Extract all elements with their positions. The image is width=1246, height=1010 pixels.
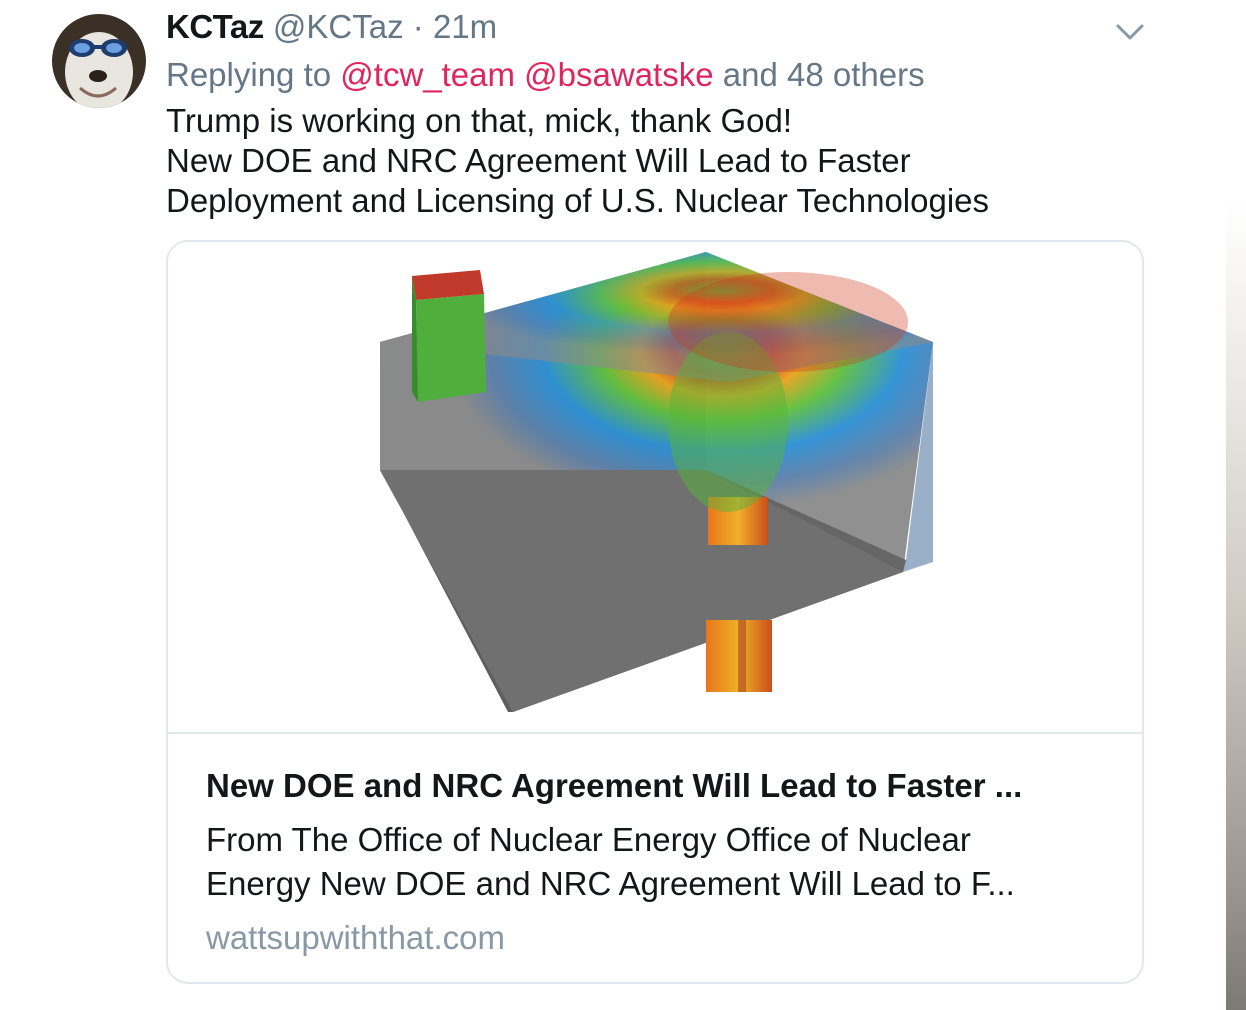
reply-others[interactable]: and 48 others [723, 56, 925, 93]
reply-context: Replying to @tcw_team @bsawatske and 48 … [166, 54, 925, 96]
reply-prefix: Replying to [166, 56, 332, 93]
mention-link[interactable]: @bsawatske [524, 56, 713, 93]
tweet-text-line: Deployment and Licensing of U.S. Nuclear… [166, 182, 990, 219]
link-card[interactable]: New DOE and NRC Agreement Will Lead to F… [166, 240, 1144, 984]
card-title[interactable]: New DOE and NRC Agreement Will Lead to F… [206, 766, 1022, 806]
card-divider [168, 732, 1142, 734]
card-description: From The Office of Nuclear Energy Office… [206, 818, 1106, 906]
card-image[interactable] [168, 242, 1142, 732]
card-description-line: From The Office of Nuclear Energy Office… [206, 821, 971, 858]
tweet-text-line: New DOE and NRC Agreement Will Lead to F… [166, 142, 911, 179]
timestamp[interactable]: 21m [433, 8, 497, 45]
avatar-image [52, 14, 146, 108]
mention-link[interactable]: @tcw_team [340, 56, 515, 93]
tweet-text-line: Trump is working on that, mick, thank Go… [166, 102, 793, 139]
user-handle[interactable]: @KCTaz [273, 8, 404, 45]
card-domain[interactable]: wattsupwiththat.com [206, 918, 505, 958]
tweet-text: Trump is working on that, mick, thank Go… [166, 101, 1116, 221]
adjacent-content-strip [1226, 0, 1246, 1010]
chevron-down-icon[interactable] [1114, 20, 1146, 44]
separator-dot: · [412, 8, 424, 45]
avatar[interactable] [52, 14, 146, 108]
card-description-line: Energy New DOE and NRC Agreement Will Le… [206, 865, 1015, 902]
strip-background [1226, 0, 1246, 1010]
user-name[interactable]: KCTaz [166, 8, 264, 45]
simulation-image [380, 252, 933, 712]
tweet-header: KCTaz @KCTaz · 21m [166, 6, 497, 48]
